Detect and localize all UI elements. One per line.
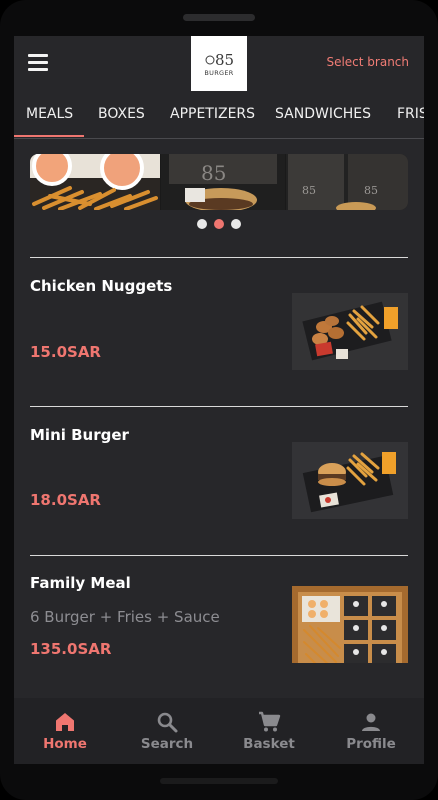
home-icon — [56, 713, 74, 731]
tab-fris[interactable]: FRIS — [397, 106, 424, 122]
tab-boxes[interactable]: BOXES — [98, 106, 145, 122]
nav-profile-label: Profile — [346, 736, 396, 752]
hamburger-menu-icon[interactable] — [28, 54, 48, 71]
banner-image-burger-box: 85 — [161, 154, 285, 210]
search-icon — [157, 712, 178, 733]
item-description: 6 Burger + Fries + Sauce — [30, 608, 220, 626]
nav-home[interactable]: Home — [14, 698, 116, 764]
active-tab-indicator — [14, 135, 84, 137]
menu-item-chicken-nuggets[interactable]: Chicken Nuggets 15.0SAR — [14, 258, 424, 398]
item-price: 18.0SAR — [30, 491, 101, 509]
logo-word: BURGER — [204, 68, 234, 77]
item-image-nuggets — [292, 293, 408, 370]
menu-item-mini-burger[interactable]: Mini Burger 18.0SAR — [14, 407, 424, 547]
carousel-indicators — [197, 219, 257, 231]
bottom-navigation: Home Search Basket Profile — [14, 698, 424, 764]
svg-text:85: 85 — [364, 184, 378, 197]
nav-home-label: Home — [43, 736, 87, 752]
promo-banner-carousel[interactable]: 85 85 85 — [30, 154, 408, 210]
basket-icon — [259, 711, 281, 732]
home-indicator — [160, 778, 278, 784]
logo-burger-glyph: 85 — [205, 51, 234, 69]
svg-text:85: 85 — [302, 184, 316, 197]
banner-image-fries — [30, 154, 160, 210]
item-image-family-meal — [292, 586, 408, 663]
select-branch-button[interactable]: Select branch — [326, 55, 409, 69]
tab-sandwiches[interactable]: SANDWICHES — [275, 106, 371, 122]
category-tabs: MEALS BOXES APPETIZERS SANDWICHES FRIS — [14, 92, 424, 139]
svg-text:85: 85 — [201, 161, 226, 185]
tab-appetizers[interactable]: APPETIZERS — [170, 106, 255, 122]
nav-profile[interactable]: Profile — [320, 698, 422, 764]
item-price: 15.0SAR — [30, 343, 101, 361]
carousel-dot-2[interactable] — [214, 219, 224, 229]
item-name: Family Meal — [30, 574, 131, 592]
phone-frame: 85 BURGER Select branch MEALS BOXES APPE… — [0, 0, 438, 800]
item-image-mini-burger — [292, 442, 408, 519]
profile-icon — [362, 713, 380, 731]
item-name: Mini Burger — [30, 426, 129, 444]
item-name: Chicken Nuggets — [30, 277, 173, 295]
app-header: 85 BURGER Select branch — [14, 36, 424, 92]
nav-search[interactable]: Search — [116, 698, 218, 764]
carousel-dot-1[interactable] — [197, 219, 207, 229]
speaker-grille — [183, 14, 255, 21]
nav-basket[interactable]: Basket — [218, 698, 320, 764]
nav-search-label: Search — [140, 736, 194, 752]
item-price: 135.0SAR — [30, 640, 112, 658]
nav-basket-label: Basket — [243, 736, 295, 752]
menu-item-family-meal[interactable]: Family Meal 6 Burger + Fries + Sauce 135… — [14, 556, 424, 696]
banner-image-burger-bags: 85 85 — [286, 154, 408, 210]
carousel-dot-3[interactable] — [231, 219, 241, 229]
app-screen: 85 BURGER Select branch MEALS BOXES APPE… — [14, 36, 424, 764]
logo-number: 85 — [215, 51, 234, 69]
tab-meals[interactable]: MEALS — [26, 106, 73, 122]
brand-logo: 85 BURGER — [191, 36, 247, 91]
